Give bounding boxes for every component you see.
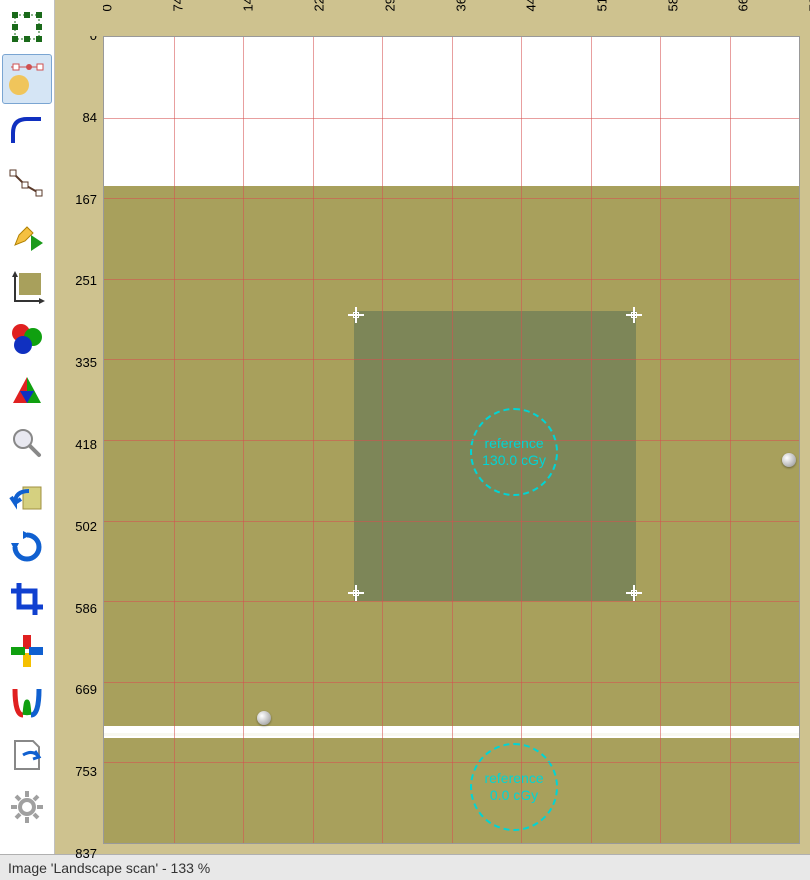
tool-rotate-cycle[interactable] — [2, 522, 52, 572]
tool-curve[interactable] — [2, 106, 52, 156]
x-tick-label: 147 — [241, 0, 256, 12]
tool-export-page[interactable] — [2, 730, 52, 780]
tool-magnifier[interactable] — [2, 418, 52, 468]
y-tick-label: 586 — [75, 601, 97, 616]
pencil-play-icon — [9, 217, 45, 253]
gear-icon — [9, 789, 45, 825]
x-tick-label: 221 — [312, 0, 327, 12]
ruler-top: 074147221294368442515589663736 — [103, 0, 810, 36]
x-tick-label: 515 — [594, 0, 609, 12]
tool-crop[interactable] — [2, 574, 52, 624]
app-root: 074147221294368442515589663736 084167251… — [0, 0, 810, 880]
grid-line-h — [104, 521, 799, 522]
grid-line-h — [104, 359, 799, 360]
dose-region — [354, 311, 635, 601]
ruler-left: 084167251335418502586669753837 — [55, 36, 103, 854]
x-tick-label: 589 — [665, 0, 680, 12]
export-page-icon — [9, 737, 45, 773]
image-axis-icon — [9, 269, 45, 305]
tool-rgb-curves[interactable] — [2, 678, 52, 728]
line-nodes-icon — [9, 165, 45, 201]
status-bar: Image 'Landscape scan' - 133 % — [0, 854, 810, 880]
y-tick-label: 167 — [75, 192, 97, 207]
rgb-spheres-icon — [9, 321, 45, 357]
tool-grid-handles[interactable] — [2, 2, 52, 52]
grid-line-h — [104, 198, 799, 199]
tool-plus-color[interactable] — [2, 626, 52, 676]
x-tick-label: 294 — [382, 0, 397, 12]
grid-line-h — [104, 279, 799, 280]
status-text: Image 'Landscape scan' - 133 % — [8, 860, 210, 876]
toolbar — [0, 0, 55, 854]
x-tick-label: 736 — [807, 0, 810, 12]
x-tick-label: 663 — [736, 0, 751, 12]
plus-color-icon — [9, 633, 45, 669]
x-tick-label: 368 — [453, 0, 468, 12]
grid-line-h — [104, 118, 799, 119]
tool-rgb-spheres[interactable] — [2, 314, 52, 364]
ruler-corner — [55, 0, 103, 36]
grid-line-h — [104, 762, 799, 763]
tool-image-axis[interactable] — [2, 262, 52, 312]
rgb-curves-icon — [9, 685, 45, 721]
points-tool-icon — [7, 59, 47, 99]
y-tick-label: 335 — [75, 355, 97, 370]
rgb-prism-icon — [9, 373, 45, 409]
grid-line-h — [104, 682, 799, 683]
curve-tool-icon — [9, 113, 45, 149]
fiducial-dot-right — [782, 453, 796, 467]
undo-page-icon — [9, 477, 45, 513]
grid-handles-icon — [10, 10, 44, 44]
y-tick-label: 502 — [75, 519, 97, 534]
tool-rgb-prism[interactable] — [2, 366, 52, 416]
y-tick-label: 251 — [75, 273, 97, 288]
main-row: 074147221294368442515589663736 084167251… — [0, 0, 810, 854]
y-tick-label: 418 — [75, 437, 97, 452]
grid-line-h — [104, 440, 799, 441]
x-tick-label: 442 — [524, 0, 539, 12]
fiducial-dot-left — [257, 711, 271, 725]
y-tick-label: 837 — [75, 846, 97, 861]
tool-points[interactable] — [2, 54, 52, 104]
y-tick-label: 84 — [83, 110, 97, 125]
magnifier-icon — [9, 425, 45, 461]
tool-line-nodes[interactable] — [2, 158, 52, 208]
plot-area[interactable]: reference 130.0 cGy reference 0.0 cGy — [103, 36, 800, 844]
y-tick-label: 669 — [75, 682, 97, 697]
canvas-area[interactable]: 074147221294368442515589663736 084167251… — [55, 0, 810, 854]
tool-undo-page[interactable] — [2, 470, 52, 520]
grid-line-h — [104, 601, 799, 602]
crop-icon — [9, 581, 45, 617]
rotate-cycle-icon — [9, 529, 45, 565]
tool-pencil-play[interactable] — [2, 210, 52, 260]
x-tick-label: 74 — [170, 0, 185, 12]
tool-gear[interactable] — [2, 782, 52, 832]
y-tick-label: 753 — [75, 764, 97, 779]
